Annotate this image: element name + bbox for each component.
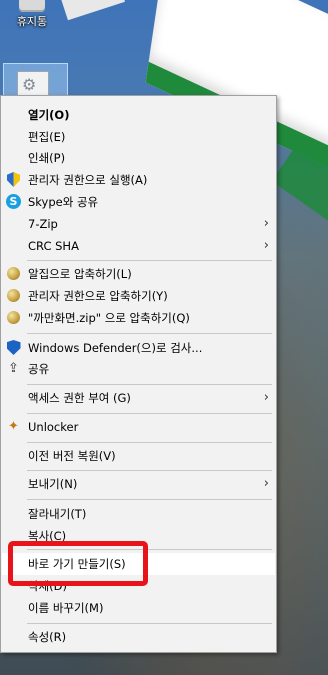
menu-item-label: 이전 버전 복원(V) — [28, 449, 116, 463]
menu-item-edit[interactable]: 편집(E) — [2, 126, 275, 148]
menu-item-label: Unlocker — [28, 420, 79, 434]
menu-item-send-to[interactable]: 보내기(N) › — [2, 473, 275, 495]
menu-item-label: 이름 바꾸기(M) — [28, 601, 104, 615]
menu-item-share-skype[interactable]: S Skype와 공유 — [2, 191, 275, 213]
menu-item-label: 복사(C) — [28, 529, 67, 543]
menu-item-label: Windows Defender(으)로 검사... — [28, 341, 203, 355]
unlocker-wand-icon: ✦ — [8, 419, 19, 434]
chevron-right-icon: › — [263, 238, 269, 253]
menu-item-label: 공유 — [28, 362, 50, 376]
menu-item-label: 관리자 권한으로 압축하기(Y) — [28, 289, 168, 303]
menu-item-label: CRC SHA — [28, 239, 79, 253]
menu-item-label: 보내기(N) — [28, 477, 78, 491]
menu-item-open[interactable]: 열기(O) — [2, 104, 275, 126]
menu-item-label: 속성(R) — [28, 630, 67, 644]
menu-item-properties[interactable]: 속성(R) — [2, 626, 275, 648]
alzip-icon — [5, 265, 22, 282]
chevron-right-icon: › — [263, 216, 269, 231]
menu-item-delete[interactable]: 삭제(D) — [2, 575, 275, 597]
menu-separator — [27, 384, 272, 385]
menu-item-label: "까만화면.zip" 으로 압축하기(Q) — [28, 311, 190, 325]
menu-item-copy[interactable]: 복사(C) — [2, 525, 275, 547]
menu-item-run-as-admin[interactable]: 관리자 권한으로 실행(A) — [2, 169, 275, 191]
menu-item-label: 편집(E) — [28, 130, 66, 144]
menu-separator — [27, 260, 272, 261]
alzip-icon — [5, 309, 22, 326]
menu-separator — [27, 413, 272, 414]
share-icon: ⇪ — [8, 361, 19, 376]
skype-icon: S — [5, 193, 22, 210]
menu-item-label: 관리자 권한으로 실행(A) — [28, 173, 148, 187]
menu-separator — [27, 623, 272, 624]
menu-item-create-shortcut[interactable]: 바로 가기 만들기(S) — [2, 553, 275, 575]
menu-item-give-access[interactable]: 액세스 권한 부여 (G) › — [2, 387, 275, 409]
menu-separator — [27, 333, 272, 334]
recycle-bin-icon — [19, 0, 45, 12]
menu-item-print[interactable]: 인쇄(P) — [2, 147, 275, 169]
recycle-bin-shortcut[interactable]: 휴지통 — [2, 0, 62, 29]
context-menu: 열기(O) 편집(E) 인쇄(P) 관리자 권한으로 실행(A) S Skype… — [0, 95, 277, 653]
menu-item-crc-sha[interactable]: CRC SHA › — [2, 235, 275, 257]
chevron-right-icon: › — [263, 476, 269, 491]
menu-item-label: 인쇄(P) — [28, 151, 66, 165]
menu-item-alzip-compress[interactable]: 알집으로 압축하기(L) — [2, 263, 275, 285]
menu-item-label: 알집으로 압축하기(L) — [28, 267, 132, 281]
menu-item-label: 삭제(D) — [28, 579, 67, 593]
menu-item-alzip-admin[interactable]: 관리자 권한으로 압축하기(Y) — [2, 285, 275, 307]
menu-item-label: 바로 가기 만들기(S) — [28, 557, 126, 571]
menu-separator — [27, 442, 272, 443]
menu-item-label: 열기(O) — [28, 108, 70, 122]
menu-item-cut[interactable]: 잘라내기(T) — [2, 503, 275, 525]
menu-separator — [27, 470, 272, 471]
menu-item-restore-previous[interactable]: 이전 버전 복원(V) — [2, 445, 275, 467]
menu-item-share[interactable]: ⇪ 공유 — [2, 358, 275, 380]
gear-icon: ⚙ — [22, 75, 37, 94]
menu-item-unlocker[interactable]: ✦ Unlocker — [2, 416, 275, 438]
menu-item-label: 액세스 권한 부여 (G) — [28, 391, 131, 405]
defender-icon — [5, 339, 22, 356]
menu-item-rename[interactable]: 이름 바꾸기(M) — [2, 597, 275, 619]
menu-item-defender-scan[interactable]: Windows Defender(으)로 검사... — [2, 337, 275, 359]
alzip-admin-icon — [5, 287, 22, 304]
recycle-bin-label: 휴지통 — [16, 15, 48, 28]
menu-item-7zip[interactable]: 7-Zip › — [2, 213, 275, 235]
menu-item-label: 잘라내기(T) — [28, 507, 87, 521]
menu-item-label: 7-Zip — [28, 217, 58, 231]
menu-separator — [27, 499, 272, 500]
uac-shield-icon — [5, 171, 22, 188]
menu-separator — [27, 549, 272, 550]
chevron-right-icon: › — [263, 390, 269, 405]
menu-item-label: Skype와 공유 — [28, 195, 99, 209]
menu-item-alzip-named[interactable]: "까만화면.zip" 으로 압축하기(Q) — [2, 307, 275, 329]
